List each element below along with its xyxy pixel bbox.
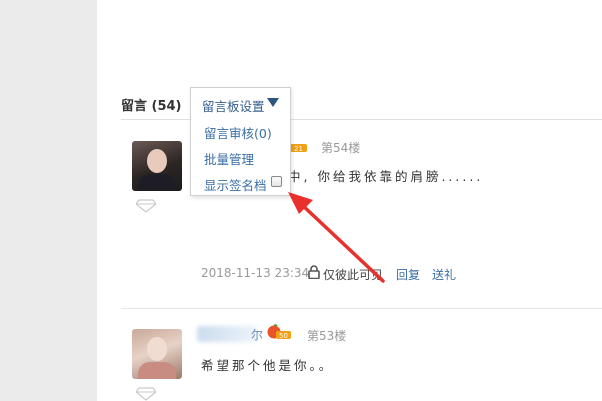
svg-text:21: 21 — [294, 145, 303, 153]
divider — [121, 308, 602, 309]
reply-link[interactable]: 回复 — [396, 266, 420, 283]
show-signature-checkbox[interactable] — [271, 176, 282, 187]
message-content: 希望那个他是你。。 — [201, 358, 335, 373]
caret-down-icon[interactable] — [267, 98, 279, 107]
board-settings-dropdown[interactable]: 留言板设置 留言审核(0) 批量管理 显示签名档 — [190, 87, 291, 196]
message-time: 2018-11-13 23:34 — [201, 266, 310, 280]
avatar[interactable] — [132, 141, 182, 191]
diamond-icon — [136, 199, 156, 213]
menu-item-show-signature[interactable]: 显示签名档 — [204, 175, 267, 194]
diamond-icon — [136, 387, 156, 401]
message-board: 留言 (54) 21 第54楼 中, 你给我依靠的肩膀...... 2018-1… — [97, 0, 602, 401]
floor-number: 第54楼 — [321, 141, 361, 155]
username-blurred[interactable] — [197, 326, 257, 342]
send-gift-link[interactable]: 送礼 — [432, 266, 456, 283]
privacy-label: 仅彼此可见 — [323, 268, 384, 282]
menu-item-batch-manage[interactable]: 批量管理 — [204, 149, 254, 168]
lock-icon — [308, 265, 320, 279]
menu-item-review[interactable]: 留言审核(0) — [204, 123, 272, 142]
board-settings-toggle[interactable]: 留言板设置 — [202, 96, 265, 115]
username[interactable]: 尔 — [251, 326, 263, 343]
section-title: 留言 (54) — [121, 99, 182, 114]
svg-text:50: 50 — [279, 332, 288, 340]
avatar[interactable] — [132, 329, 182, 379]
level-badge-icon: 50 — [267, 324, 291, 340]
message-content: 中, 你给我依靠的肩膀...... — [288, 169, 484, 184]
left-gutter — [0, 0, 97, 401]
floor-number: 第53楼 — [307, 329, 347, 343]
